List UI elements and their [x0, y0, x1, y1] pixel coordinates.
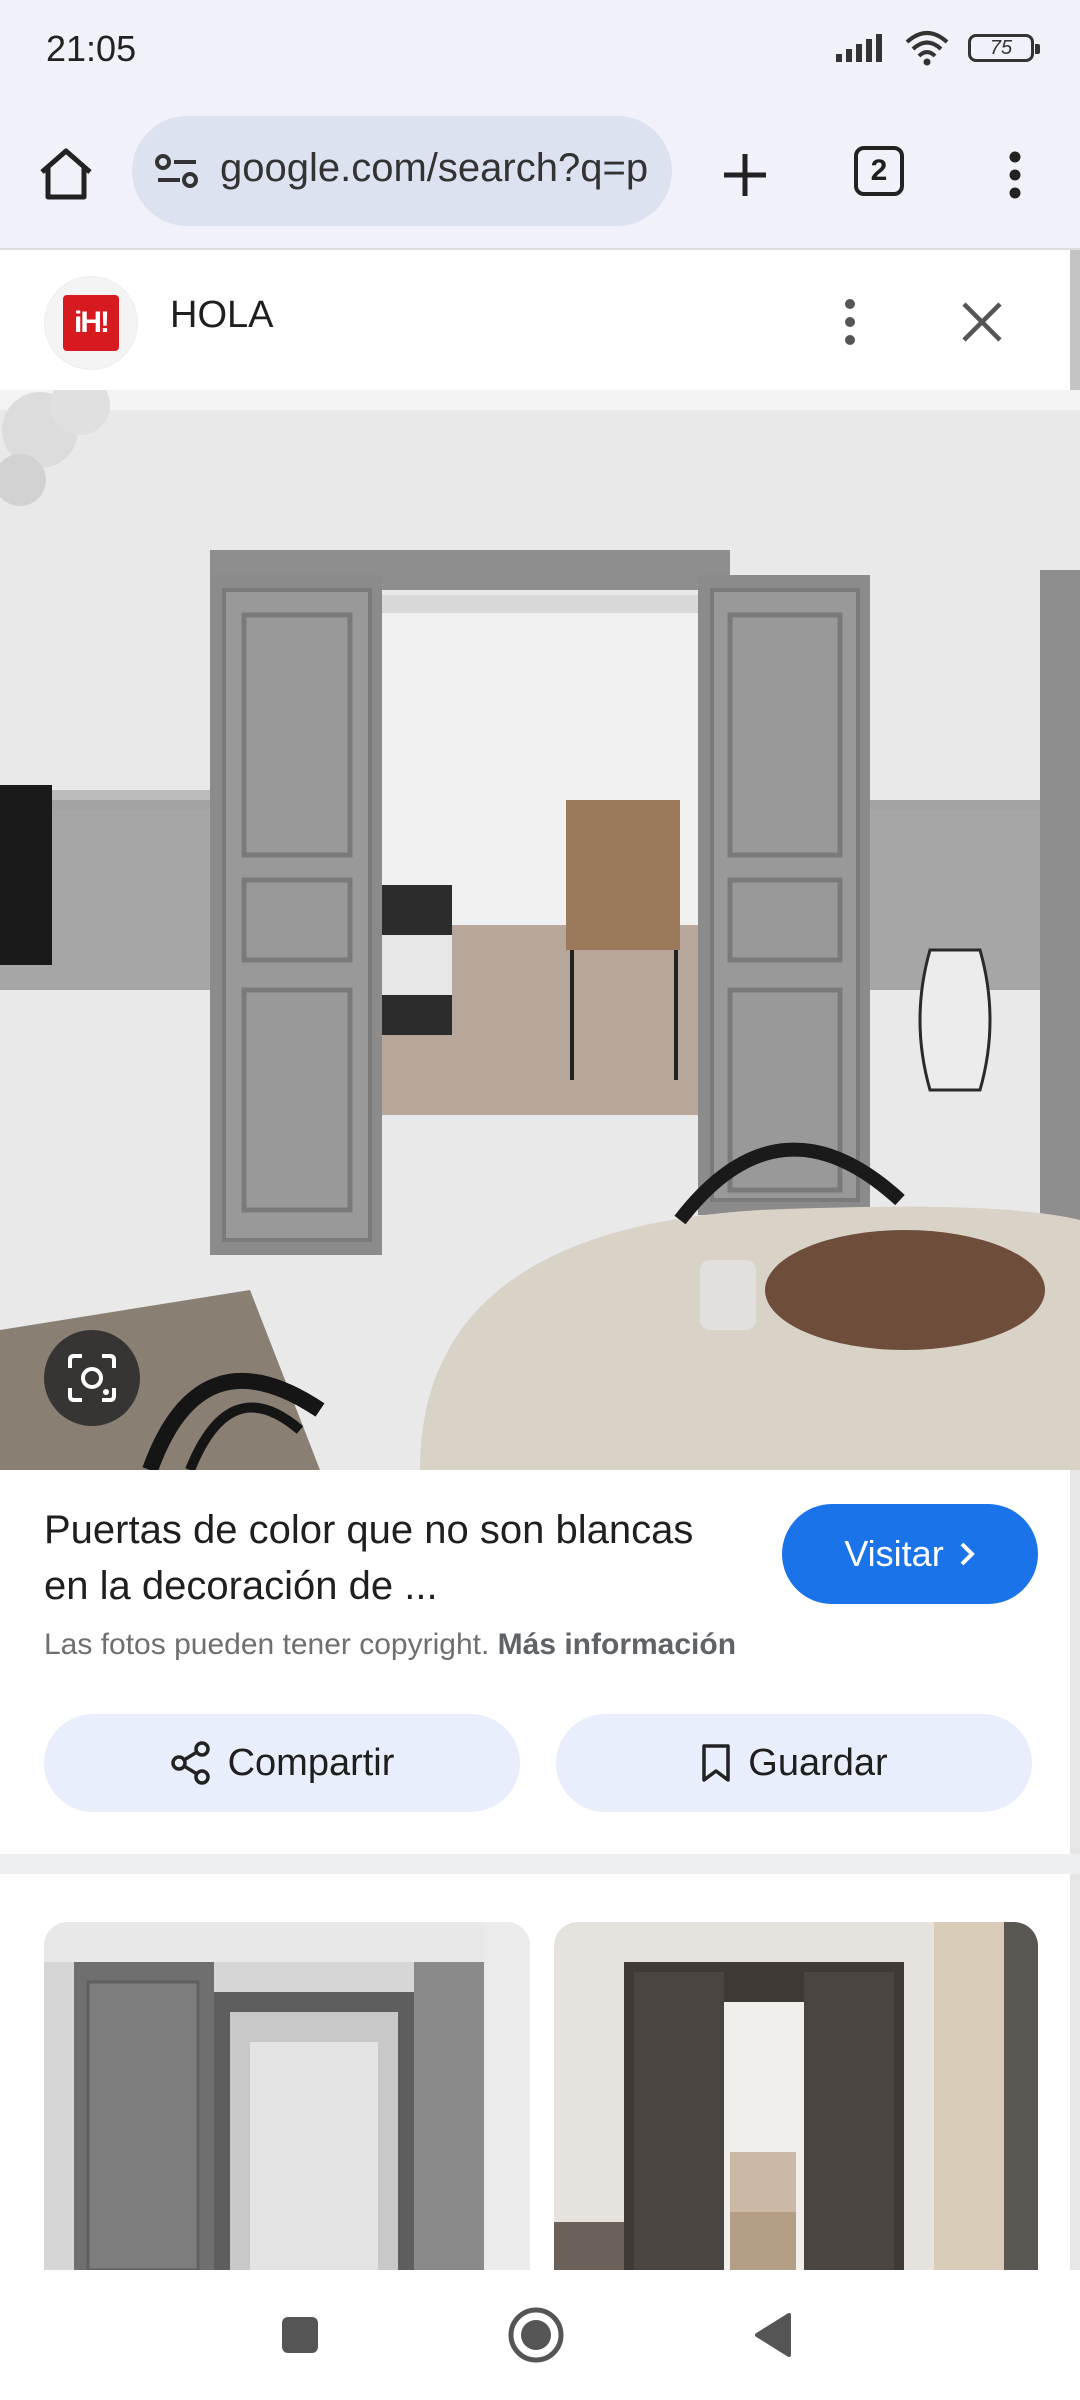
status-icons: 75: [834, 30, 1040, 66]
source-logo[interactable]: iH!: [44, 276, 138, 370]
visit-label: Visitar: [844, 1533, 944, 1574]
more-info-link[interactable]: Más información: [498, 1628, 736, 1661]
square-icon: [282, 2317, 318, 2353]
tab-count: 2: [870, 154, 888, 187]
main-image[interactable]: [0, 390, 1080, 1470]
home-nav-button[interactable]: [496, 2300, 576, 2370]
battery-level: 75: [989, 36, 1013, 59]
more-vert-icon[interactable]: [992, 138, 1038, 212]
result-title[interactable]: Puertas de color que no son blancas en l…: [44, 1502, 744, 1614]
address-bar[interactable]: google.com/search?q=p: [132, 116, 672, 226]
battery-icon: 75: [968, 34, 1040, 62]
section-divider: [0, 1854, 1080, 1874]
visit-button[interactable]: Visitar: [782, 1504, 1038, 1604]
source-header: iH! HOLA: [0, 250, 1070, 390]
status-time: 21:05: [46, 28, 137, 69]
google-lens-button[interactable]: [44, 1330, 140, 1426]
plus-icon: [724, 154, 766, 196]
browser-toolbar: google.com/search?q=p 2: [0, 100, 1080, 250]
recents-button[interactable]: [260, 2300, 340, 2370]
home-icon: [40, 148, 92, 200]
chevron-right-icon: [960, 1542, 975, 1566]
save-button[interactable]: Guardar: [556, 1714, 1032, 1812]
share-button[interactable]: Compartir: [44, 1714, 520, 1812]
tune-icon[interactable]: [154, 150, 200, 192]
back-triangle-icon: [755, 2313, 791, 2357]
tab-switcher-button[interactable]: 2: [854, 146, 904, 196]
more-vert-icon[interactable]: [832, 290, 868, 354]
close-icon[interactable]: [954, 294, 1010, 350]
logo-text: iH!: [63, 295, 119, 351]
signal-icon: [836, 34, 882, 62]
source-name[interactable]: HOLA: [170, 294, 273, 337]
bookmark-icon: [702, 1744, 731, 1782]
circle-home-icon: [508, 2307, 564, 2363]
save-label: Guardar: [748, 1741, 888, 1784]
home-button[interactable]: [30, 138, 102, 210]
back-button[interactable]: [732, 2300, 812, 2370]
status-bar: 21:05 75: [0, 0, 1080, 100]
copyright-notice: Las fotos pueden tener copyright. Más in…: [44, 1628, 736, 1662]
system-nav-bar: [0, 2270, 1080, 2400]
related-image[interactable]: [44, 1922, 530, 2270]
related-image[interactable]: [554, 1922, 1038, 2270]
new-tab-button[interactable]: [708, 138, 782, 212]
url-text[interactable]: google.com/search?q=p: [220, 146, 650, 191]
share-label: Compartir: [227, 1741, 395, 1784]
google-lens-icon: [68, 1354, 116, 1402]
copyright-text: Las fotos pueden tener copyright.: [44, 1628, 490, 1661]
wifi-icon: [905, 31, 949, 66]
share-icon: [170, 1741, 210, 1785]
